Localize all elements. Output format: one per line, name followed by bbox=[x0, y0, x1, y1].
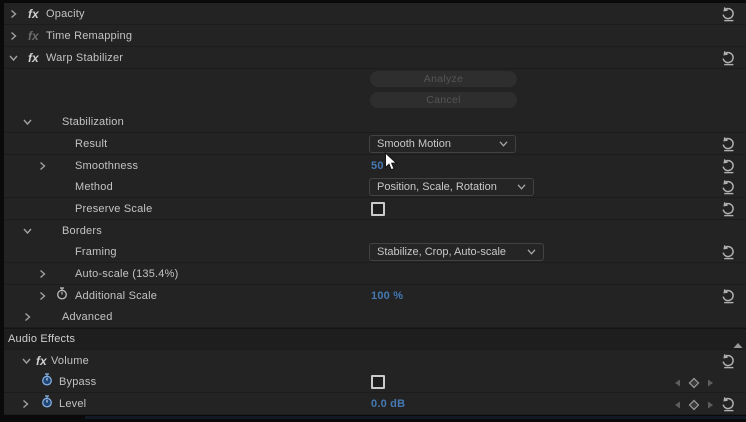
chevron-right-icon[interactable] bbox=[10, 31, 17, 40]
param-row-smoothness: Smoothness 50 bbox=[4, 155, 746, 177]
group-row-stabilization: Stabilization bbox=[4, 111, 746, 133]
chevron-down-icon[interactable] bbox=[23, 118, 32, 125]
chevron-down-icon[interactable] bbox=[22, 357, 31, 364]
effect-row-opacity: fx Opacity bbox=[4, 3, 746, 25]
param-row-method: Method Position, Scale, Rotation bbox=[4, 176, 746, 198]
param-row-bypass: Bypass bbox=[4, 371, 746, 393]
chevron-right-icon[interactable] bbox=[10, 9, 17, 18]
effect-label-warp-stabilizer: Warp Stabilizer bbox=[46, 52, 123, 64]
chevron-right-icon[interactable] bbox=[39, 269, 46, 278]
param-label-method: Method bbox=[75, 181, 113, 193]
reset-param-icon[interactable] bbox=[721, 288, 737, 304]
result-dropdown[interactable]: Smooth Motion bbox=[369, 135, 516, 153]
row-analyze: Analyze bbox=[4, 69, 746, 91]
chevron-down-icon[interactable] bbox=[9, 54, 18, 61]
fx-effect-icon: fx bbox=[28, 7, 39, 21]
reset-effect-icon[interactable] bbox=[721, 50, 737, 66]
bypass-checkbox[interactable] bbox=[371, 375, 385, 389]
param-row-result: Result Smooth Motion bbox=[4, 133, 746, 155]
reset-param-icon[interactable] bbox=[721, 158, 737, 174]
param-label-preserve-scale: Preserve Scale bbox=[75, 203, 152, 215]
group-label-advanced: Advanced bbox=[62, 311, 113, 323]
fx-effect-icon: fx bbox=[36, 354, 47, 368]
chevron-down-icon bbox=[499, 138, 508, 150]
audio-effects-header-label: Audio Effects bbox=[8, 333, 75, 345]
group-label-borders: Borders bbox=[62, 225, 102, 237]
chevron-down-icon bbox=[527, 246, 536, 258]
result-dropdown-value: Smooth Motion bbox=[377, 138, 499, 150]
reset-param-icon[interactable] bbox=[721, 136, 737, 152]
reset-param-icon[interactable] bbox=[721, 396, 737, 412]
param-row-framing: Framing Stabilize, Crop, Auto-scale bbox=[4, 241, 746, 263]
group-row-borders: Borders bbox=[4, 220, 746, 242]
mouse-cursor bbox=[384, 152, 398, 172]
analyze-button[interactable]: Analyze bbox=[370, 71, 517, 87]
param-row-auto-scale: Auto-scale (135.4%) bbox=[4, 263, 746, 285]
stopwatch-icon-active[interactable] bbox=[41, 373, 53, 391]
chevron-down-icon[interactable] bbox=[23, 227, 32, 234]
reset-param-icon[interactable] bbox=[721, 179, 737, 195]
param-row-level: Level 0.0 dB bbox=[4, 393, 746, 415]
additional-scale-value[interactable]: 100 % bbox=[371, 290, 403, 302]
fx-effect-icon: fx bbox=[28, 51, 39, 65]
keyframe-navigator[interactable] bbox=[671, 398, 717, 410]
param-label-additional-scale: Additional Scale bbox=[75, 290, 157, 302]
group-label-stabilization: Stabilization bbox=[62, 116, 124, 128]
effect-row-time-remapping: fx Time Remapping bbox=[4, 25, 746, 47]
chevron-right-icon[interactable] bbox=[24, 312, 31, 321]
row-cancel: Cancel bbox=[4, 90, 746, 112]
chevron-down-icon bbox=[517, 181, 526, 193]
reset-effect-icon[interactable] bbox=[721, 353, 737, 369]
stopwatch-icon[interactable] bbox=[56, 287, 68, 305]
group-row-advanced: Advanced bbox=[4, 306, 746, 328]
method-dropdown[interactable]: Position, Scale, Rotation bbox=[369, 178, 534, 196]
param-label-smoothness: Smoothness bbox=[75, 160, 138, 172]
level-value[interactable]: 0.0 dB bbox=[371, 398, 405, 410]
reset-effect-icon[interactable] bbox=[721, 6, 737, 22]
param-label-result: Result bbox=[75, 138, 107, 150]
framing-dropdown-value: Stabilize, Crop, Auto-scale bbox=[377, 246, 527, 258]
chevron-right-icon[interactable] bbox=[39, 291, 46, 300]
audio-effects-header: Audio Effects bbox=[4, 328, 746, 350]
cancel-button[interactable]: Cancel bbox=[370, 92, 517, 108]
effect-label-opacity: Opacity bbox=[46, 8, 85, 20]
framing-dropdown[interactable]: Stabilize, Crop, Auto-scale bbox=[369, 243, 544, 261]
effect-row-volume: fx Volume bbox=[4, 350, 746, 372]
smoothness-value[interactable]: 50 bbox=[371, 160, 384, 172]
effect-label-time-remapping: Time Remapping bbox=[46, 30, 132, 42]
param-row-preserve-scale: Preserve Scale bbox=[4, 198, 746, 220]
chevron-right-icon[interactable] bbox=[39, 161, 46, 170]
param-label-auto-scale: Auto-scale (135.4%) bbox=[75, 268, 178, 280]
fx-effect-icon-disabled: fx bbox=[28, 29, 39, 43]
preserve-scale-checkbox[interactable] bbox=[371, 202, 385, 216]
reset-param-icon[interactable] bbox=[721, 244, 737, 260]
effect-row-warp-stabilizer: fx Warp Stabilizer bbox=[4, 47, 746, 69]
param-row-additional-scale: Additional Scale 100 % bbox=[4, 285, 746, 307]
effect-label-volume: Volume bbox=[51, 355, 89, 367]
param-label-framing: Framing bbox=[75, 246, 117, 258]
bottom-panel-edge bbox=[85, 416, 746, 419]
param-label-bypass: Bypass bbox=[59, 376, 96, 388]
keyframe-navigator[interactable] bbox=[671, 376, 717, 388]
chevron-right-icon[interactable] bbox=[22, 399, 29, 408]
method-dropdown-value: Position, Scale, Rotation bbox=[377, 181, 517, 193]
param-label-level: Level bbox=[59, 398, 86, 410]
reset-param-icon[interactable] bbox=[721, 201, 737, 217]
stopwatch-icon-active[interactable] bbox=[41, 395, 53, 413]
